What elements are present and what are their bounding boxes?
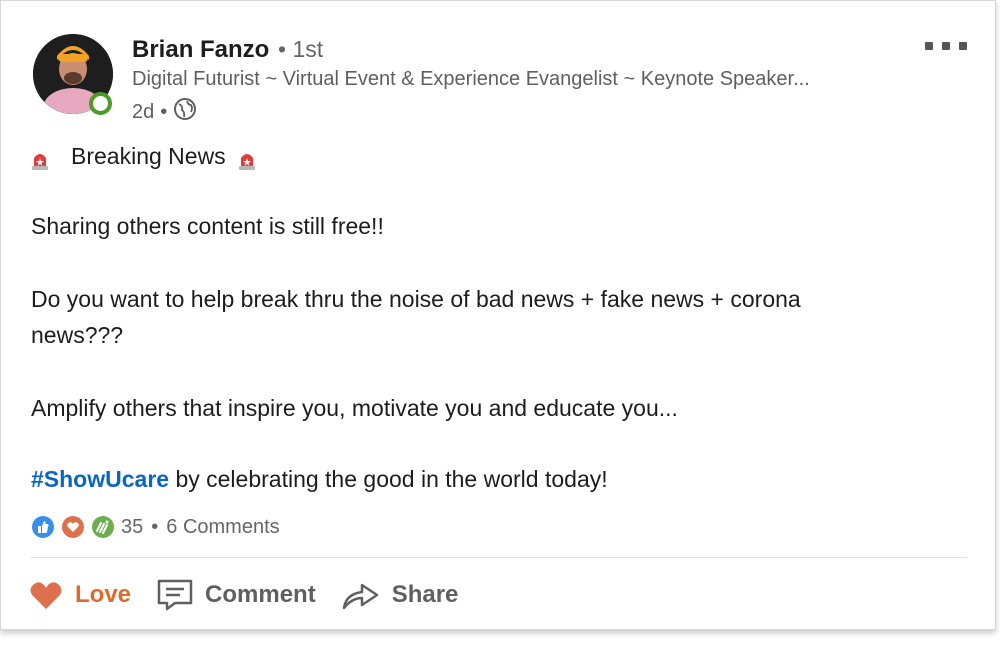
post-line-4: #ShowUcare by celebrating the good in th… bbox=[31, 462, 608, 497]
like-icon bbox=[31, 515, 55, 539]
love-label: Love bbox=[75, 581, 132, 608]
online-status-icon bbox=[89, 92, 112, 115]
more-options-icon[interactable] bbox=[925, 34, 967, 58]
post-line-2b: news??? bbox=[31, 322, 124, 348]
author-headline: Digital Futurist ~ Virtual Event & Exper… bbox=[132, 68, 810, 90]
post-meta: 2d • bbox=[132, 97, 197, 127]
count-separator: • bbox=[151, 515, 159, 538]
comment-label: Comment bbox=[205, 581, 316, 608]
siren-icon bbox=[238, 146, 256, 170]
post-line-1: Sharing others content is still free!! bbox=[31, 213, 384, 239]
hashtag-link[interactable]: #ShowUcare bbox=[31, 466, 169, 492]
breaking-news-line: Breaking News bbox=[31, 139, 256, 174]
comments-count[interactable]: 6 Comments bbox=[166, 516, 279, 539]
post-line-3: Amplify others that inspire you, motivat… bbox=[31, 395, 678, 421]
heart-icon bbox=[30, 582, 62, 609]
comment-icon bbox=[157, 579, 193, 611]
reaction-icons bbox=[31, 515, 121, 539]
comment-button[interactable]: Comment bbox=[157, 579, 316, 611]
share-button[interactable]: Share bbox=[342, 580, 459, 610]
author-name[interactable]: Brian Fanzo bbox=[132, 36, 269, 64]
breaking-news-text: Breaking News bbox=[71, 143, 226, 169]
share-label: Share bbox=[391, 581, 459, 608]
love-icon bbox=[61, 515, 85, 539]
post-card: Brian Fanzo • 1st Digital Futurist ~ Vir… bbox=[0, 0, 996, 630]
share-arrow-icon bbox=[342, 583, 378, 610]
globe-icon bbox=[173, 97, 197, 127]
post-line-2a: Do you want to help break thru the noise… bbox=[31, 286, 801, 312]
celebrate-icon bbox=[91, 515, 115, 539]
siren-icon bbox=[31, 146, 49, 170]
action-bar: Love Comment Share bbox=[29, 571, 484, 619]
connection-degree: • 1st bbox=[278, 36, 324, 62]
social-counts[interactable]: 35 • 6 Comments bbox=[31, 515, 280, 539]
love-button[interactable]: Love bbox=[29, 580, 131, 610]
post-line-4-text: by celebrating the good in the world tod… bbox=[169, 466, 608, 492]
reaction-count[interactable]: 35 bbox=[121, 516, 143, 539]
divider bbox=[31, 557, 967, 558]
post-time: 2d bbox=[132, 100, 155, 123]
meta-separator: • bbox=[160, 100, 168, 123]
